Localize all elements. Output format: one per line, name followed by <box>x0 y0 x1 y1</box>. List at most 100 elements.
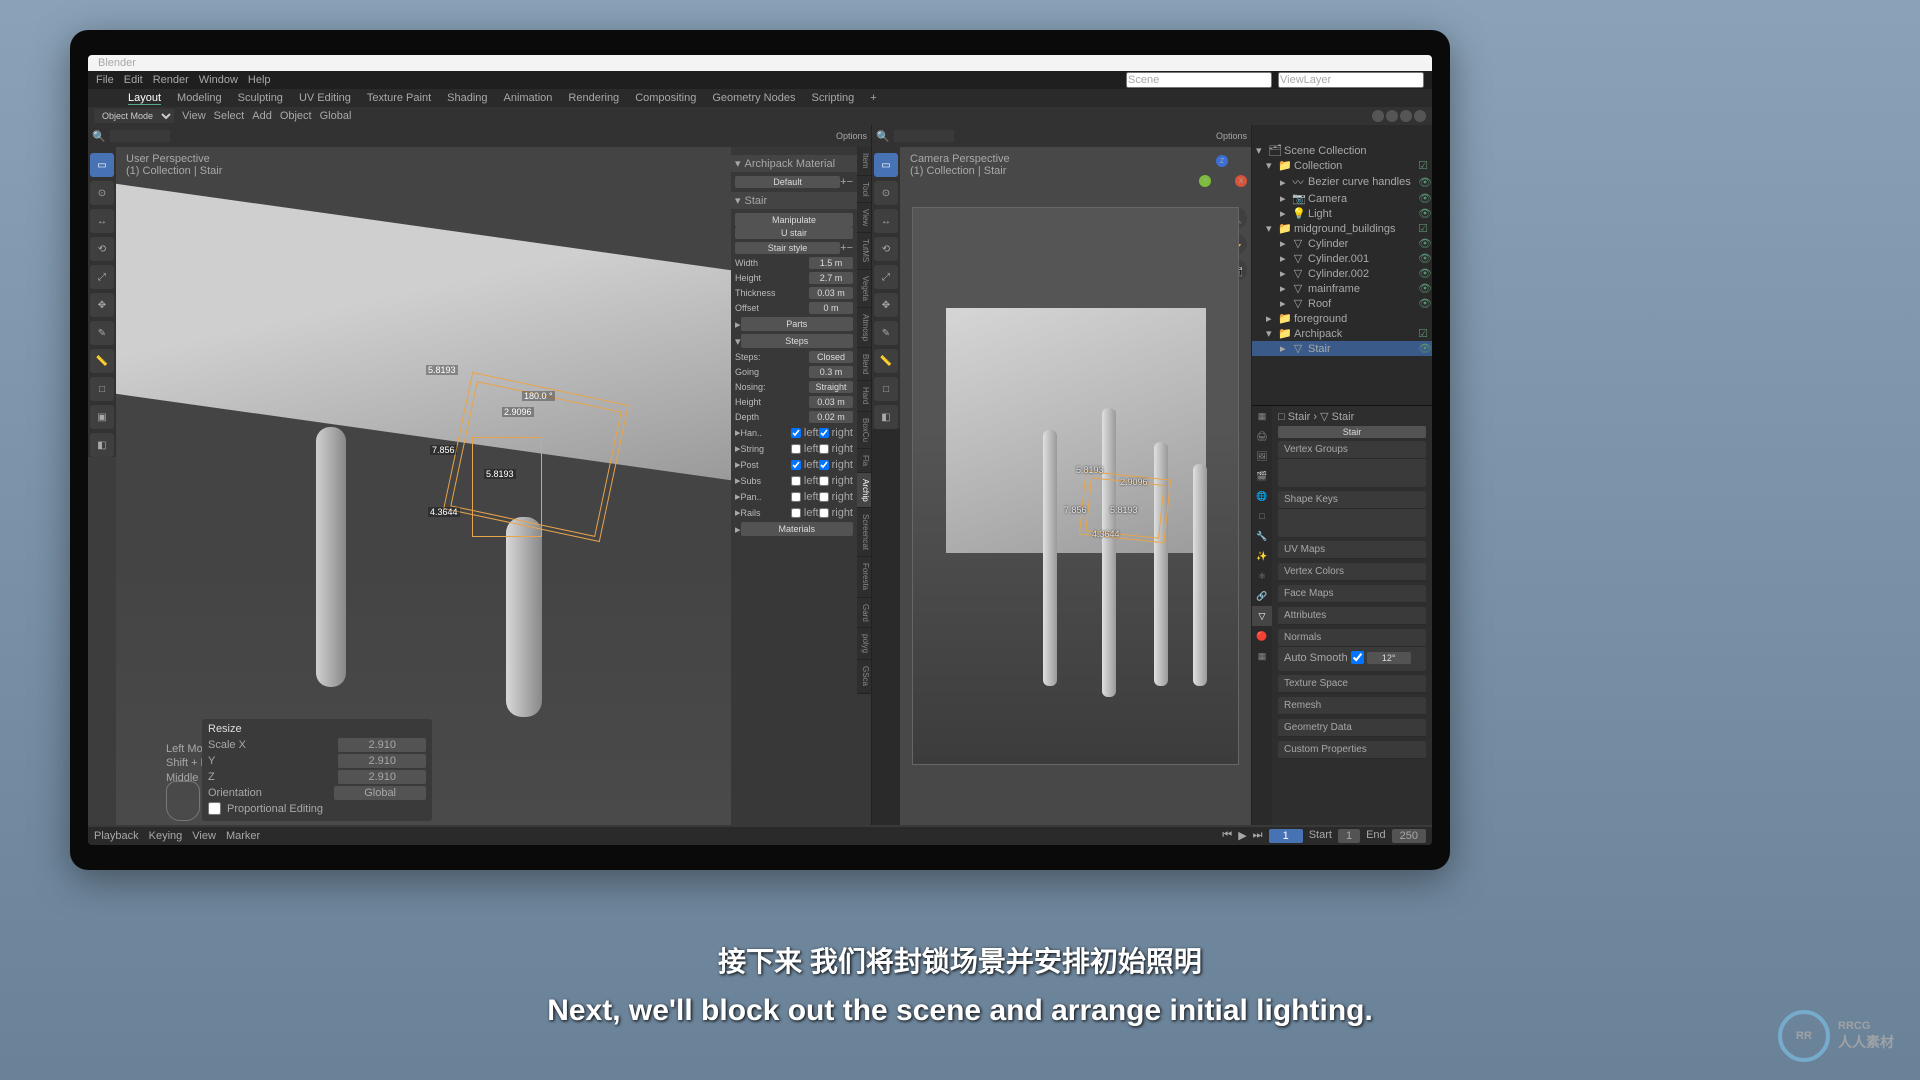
tl-marker[interactable]: Marker <box>226 830 260 842</box>
vp-left-options[interactable]: Options <box>836 131 867 141</box>
tool-scale[interactable]: ⤢ <box>90 265 114 289</box>
vp-right-search[interactable] <box>894 130 954 142</box>
tool-extra2[interactable]: ◧ <box>90 433 114 457</box>
tool-addcube-r[interactable]: □ <box>874 377 898 401</box>
ol-camera[interactable]: ▸📷Camera👁 <box>1252 191 1432 206</box>
ptab-world[interactable]: 🌐 <box>1252 486 1272 506</box>
ol-roof[interactable]: ▸▽Roof👁 <box>1252 296 1432 311</box>
ntab-fla[interactable]: Fla <box>857 449 871 473</box>
ol-light[interactable]: ▸💡Light👁 <box>1252 206 1432 221</box>
menu-window[interactable]: Window <box>199 74 238 86</box>
ol-mainframe[interactable]: ▸▽mainframe👁 <box>1252 281 1432 296</box>
menu-file[interactable]: File <box>96 74 114 86</box>
tool-extra1[interactable]: ▣ <box>90 405 114 429</box>
tool-cursor[interactable]: ⊙ <box>90 181 114 205</box>
tab-compositing[interactable]: Compositing <box>635 92 696 104</box>
mode-select[interactable]: Object Mode <box>94 109 174 123</box>
shading-modes[interactable] <box>1372 110 1426 122</box>
tool-extra-r[interactable]: ◧ <box>874 405 898 429</box>
tool-rotate[interactable]: ⟲ <box>90 237 114 261</box>
ptab-modifier[interactable]: 🔧 <box>1252 526 1272 546</box>
np-steps[interactable]: Steps <box>741 334 853 348</box>
tool-measure-r[interactable]: 📏 <box>874 349 898 373</box>
ps-geom[interactable]: Geometry Data <box>1278 719 1426 737</box>
ntab-gard[interactable]: Gard <box>857 598 871 629</box>
ptab-object[interactable]: □ <box>1252 506 1272 526</box>
ps-sk[interactable]: Shape Keys <box>1278 491 1426 509</box>
tab-anim[interactable]: Animation <box>504 92 553 104</box>
autosmooth-check[interactable] <box>1351 651 1364 664</box>
np-parts[interactable]: Parts <box>741 317 853 331</box>
tab-scripting[interactable]: Scripting <box>811 92 854 104</box>
tl-frame[interactable]: 1 <box>1269 829 1303 843</box>
ol-bezier[interactable]: ▸〰Bezier curve handles👁 <box>1252 173 1432 191</box>
ptab-material[interactable]: 🔴 <box>1252 626 1272 646</box>
hdr-select[interactable]: Select <box>214 110 245 122</box>
ol-collection[interactable]: ▾📁Collection☑ <box>1252 158 1432 173</box>
menu-edit[interactable]: Edit <box>124 74 143 86</box>
tool-annotate-r[interactable]: ✎ <box>874 321 898 345</box>
tool-move[interactable]: ↔ <box>90 209 114 233</box>
ol-scene-col[interactable]: ▾🗂Scene Collection <box>1252 143 1432 158</box>
timeline[interactable]: Playback Keying View Marker ⏮ ▶ ⏭ 1 Star… <box>88 827 1432 845</box>
tab-geonodes[interactable]: Geometry Nodes <box>712 92 795 104</box>
ptab-physics[interactable]: ⚛ <box>1252 566 1272 586</box>
ntab-polyg[interactable]: polyg <box>857 628 871 660</box>
tl-play-icon[interactable]: ▶ <box>1238 829 1246 843</box>
tl-playback[interactable]: Playback <box>94 830 139 842</box>
nav-gizmo-right[interactable]: ZYX <box>1199 155 1245 201</box>
search-icon[interactable]: 🔍 <box>876 130 890 143</box>
ntab-atmosp[interactable]: Atmosp <box>857 308 871 348</box>
tool-select-r[interactable]: ▭ <box>874 153 898 177</box>
ntab-boxcu[interactable]: BoxCu <box>857 412 871 449</box>
hdr-add[interactable]: Add <box>252 110 272 122</box>
ps-cprops[interactable]: Custom Properties <box>1278 741 1426 759</box>
search-icon[interactable]: 🔍 <box>92 130 106 143</box>
ptab-mesh[interactable]: ▽ <box>1252 606 1272 626</box>
ol-cyl[interactable]: ▸▽Cylinder👁 <box>1252 236 1432 251</box>
ntab-item[interactable]: Item <box>857 147 871 176</box>
ntab-tutms[interactable]: TutMS <box>857 233 871 269</box>
tab-layout[interactable]: Layout <box>128 92 161 105</box>
np-mat-default[interactable]: Default <box>735 176 840 188</box>
menu-render[interactable]: Render <box>153 74 189 86</box>
redo-panel[interactable]: Resize Scale X2.910 Y2.910 Z2.910 Orient… <box>202 719 432 821</box>
tab-uv[interactable]: UV Editing <box>299 92 351 104</box>
ptab-scene[interactable]: 🎬 <box>1252 466 1272 486</box>
tl-skipend-icon[interactable]: ⏭ <box>1253 829 1263 843</box>
ps-fm[interactable]: Face Maps <box>1278 585 1426 603</box>
ntab-vegeta[interactable]: Vegeta <box>857 270 871 308</box>
ntab-tool[interactable]: Tool <box>857 176 871 204</box>
tl-skipstart-icon[interactable]: ⏮ <box>1222 829 1232 843</box>
ol-cyl2[interactable]: ▸▽Cylinder.002👁 <box>1252 266 1432 281</box>
vp-right-canvas[interactable]: Camera Perspective (1) Collection | Stai… <box>900 147 1251 825</box>
ptab-texture[interactable]: ▦ <box>1252 646 1272 666</box>
tool-rotate-r[interactable]: ⟲ <box>874 237 898 261</box>
tl-keying[interactable]: Keying <box>149 830 183 842</box>
tool-annotate[interactable]: ✎ <box>90 321 114 345</box>
tool-transform[interactable]: ✥ <box>90 293 114 317</box>
vp-left-search[interactable] <box>110 130 170 142</box>
tab-add[interactable]: + <box>870 92 876 104</box>
ps-attr[interactable]: Attributes <box>1278 607 1426 625</box>
hdr-view[interactable]: View <box>182 110 206 122</box>
propedit-check[interactable] <box>208 802 221 815</box>
np-stairstyle[interactable]: Stair style <box>735 242 840 254</box>
ntab-blend[interactable]: Blend <box>857 348 871 381</box>
hdr-global[interactable]: Global <box>320 110 352 122</box>
ptab-viewlayer[interactable]: 🖼 <box>1252 446 1272 466</box>
ol-cyl1[interactable]: ▸▽Cylinder.001👁 <box>1252 251 1432 266</box>
stair-object[interactable]: 5.8193 180.0 ° 2.9096 7.856 5.8193 4.364… <box>436 377 646 577</box>
hdr-object[interactable]: Object <box>280 110 312 122</box>
scene-name-input[interactable] <box>1126 72 1272 88</box>
viewlayer-input[interactable] <box>1278 72 1424 88</box>
menu-help[interactable]: Help <box>248 74 271 86</box>
prop-name[interactable]: Stair <box>1278 426 1426 438</box>
tl-view[interactable]: View <box>192 830 216 842</box>
ntab-hard[interactable]: Hard <box>857 381 871 411</box>
ntab-archip[interactable]: Archip <box>857 473 871 509</box>
ol-stair[interactable]: ▸▽Stair👁 <box>1252 341 1432 356</box>
np-stair-head[interactable]: ▾ Stair <box>731 192 857 209</box>
ps-tex[interactable]: Texture Space <box>1278 675 1426 693</box>
ps-vg[interactable]: Vertex Groups <box>1278 441 1426 459</box>
